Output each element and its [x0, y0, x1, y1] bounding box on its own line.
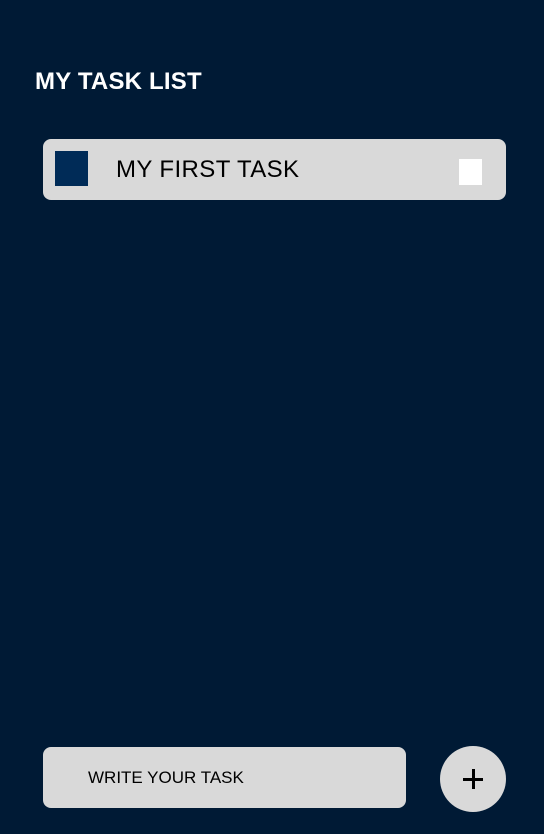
task-label: MY FIRST TASK — [116, 156, 300, 183]
task-checkbox[interactable] — [459, 159, 482, 185]
task-item: MY FIRST TASK — [43, 139, 506, 200]
add-task-button[interactable] — [440, 746, 506, 812]
task-marker — [55, 151, 88, 186]
page-title: MY TASK LIST — [35, 68, 202, 95]
task-list: MY FIRST TASK — [43, 139, 506, 200]
plus-icon — [463, 769, 483, 789]
task-input[interactable] — [43, 747, 406, 808]
